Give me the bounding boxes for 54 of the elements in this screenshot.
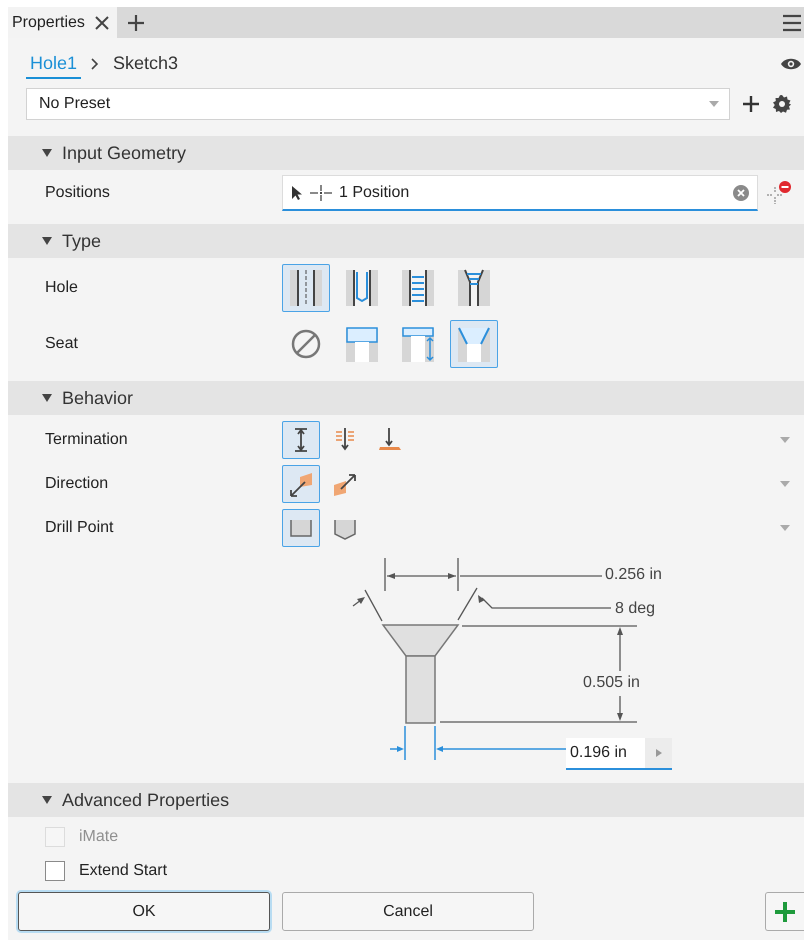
plus-icon[interactable] — [742, 95, 760, 113]
dimension-arrow — [387, 573, 456, 579]
checkbox[interactable] — [45, 861, 65, 881]
extension-line — [404, 726, 406, 760]
drilled-hole-icon — [287, 268, 325, 308]
section-title: Type — [62, 230, 102, 252]
plus-icon[interactable] — [126, 14, 145, 32]
settings-icon[interactable] — [772, 94, 792, 114]
field-label: Positions — [45, 184, 111, 202]
menu-icon[interactable] — [782, 14, 802, 32]
expand-triangle-icon[interactable] — [42, 148, 52, 158]
tapped-hole-icon — [399, 268, 437, 308]
crosshair-icon — [309, 184, 333, 202]
cursor-icon — [291, 184, 303, 200]
positions-field[interactable]: 1 Position — [282, 175, 758, 211]
expand-triangle-icon[interactable] — [42, 393, 52, 403]
dialog-button[interactable]: Cancel — [282, 892, 534, 931]
field-label: Hole — [45, 279, 79, 297]
eye-icon[interactable] — [780, 57, 802, 71]
chevron-icon — [91, 58, 100, 70]
section-title: Input Geometry — [62, 142, 186, 164]
section-title: Behavior — [62, 388, 134, 408]
remove-point-icon[interactable] — [766, 180, 792, 206]
clear-icon[interactable] — [733, 184, 749, 200]
extension-line — [434, 726, 436, 760]
expand-triangle-icon[interactable] — [42, 236, 52, 246]
field-label: Termination — [45, 431, 129, 449]
dimension-value: 8 deg — [615, 600, 656, 618]
dimension-arrow — [390, 746, 404, 752]
close-icon — [94, 16, 109, 30]
option-button[interactable] — [282, 264, 330, 312]
expand-triangle-icon[interactable] — [42, 795, 52, 805]
properties-tab[interactable]: Properties — [8, 7, 117, 38]
taper-tapped-hole-icon — [455, 268, 493, 308]
dimension-arrow — [617, 627, 623, 671]
caret-icon — [709, 101, 719, 107]
field-label: Drill Point — [45, 519, 114, 537]
add-button[interactable] — [765, 892, 804, 931]
preset-dropdown[interactable]: No Preset — [26, 88, 730, 120]
dimension-arrow — [617, 696, 623, 721]
checkbox-label: Extend Start — [79, 862, 168, 880]
option-button[interactable] — [282, 509, 320, 547]
plus-icon — [773, 900, 797, 924]
field-label: Direction — [45, 475, 110, 493]
play-icon — [656, 749, 662, 757]
clearance-hole-icon — [343, 268, 381, 308]
breadcrumb-link[interactable]: Sketch3 — [109, 49, 182, 79]
section-title: Advanced Properties — [62, 790, 230, 810]
dimension-arrow — [352, 597, 365, 607]
dialog-button[interactable]: OK — [18, 892, 270, 931]
option-button[interactable] — [282, 465, 320, 503]
checkbox-label: iMate — [79, 828, 118, 846]
option-button[interactable] — [282, 421, 320, 459]
field-label: Seat — [45, 335, 79, 353]
